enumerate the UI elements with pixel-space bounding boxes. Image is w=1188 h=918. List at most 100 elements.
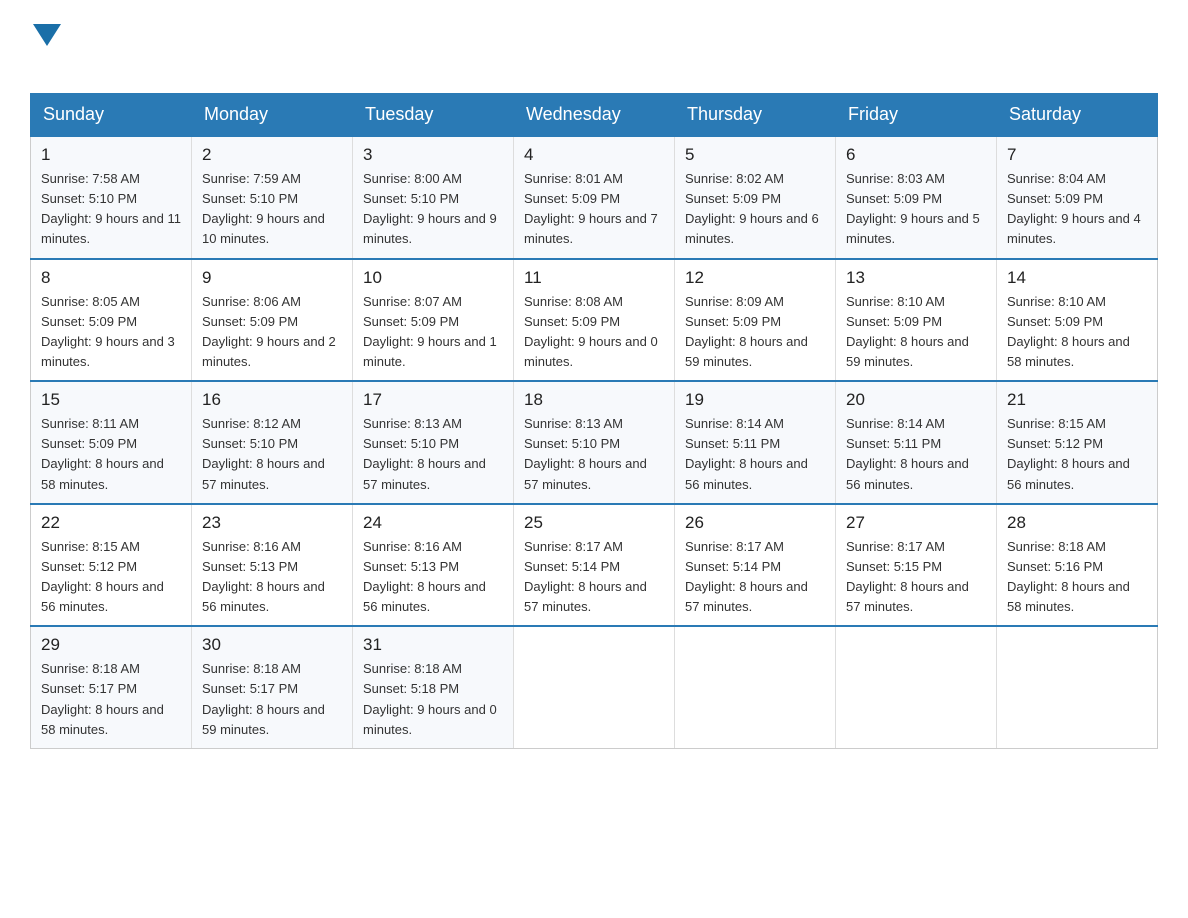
day-info: Sunrise: 8:17 AMSunset: 5:15 PMDaylight:… bbox=[846, 539, 969, 614]
day-cell-10: 10 Sunrise: 8:07 AMSunset: 5:09 PMDaylig… bbox=[353, 259, 514, 382]
empty-cell bbox=[836, 626, 997, 748]
day-info: Sunrise: 8:13 AMSunset: 5:10 PMDaylight:… bbox=[363, 416, 486, 491]
day-cell-6: 6 Sunrise: 8:03 AMSunset: 5:09 PMDayligh… bbox=[836, 136, 997, 259]
day-info: Sunrise: 8:09 AMSunset: 5:09 PMDaylight:… bbox=[685, 294, 808, 369]
calendar-table: SundayMondayTuesdayWednesdayThursdayFrid… bbox=[30, 93, 1158, 749]
day-info: Sunrise: 8:14 AMSunset: 5:11 PMDaylight:… bbox=[685, 416, 808, 491]
day-number: 20 bbox=[846, 390, 986, 410]
day-info: Sunrise: 8:18 AMSunset: 5:17 PMDaylight:… bbox=[41, 661, 164, 736]
day-cell-9: 9 Sunrise: 8:06 AMSunset: 5:09 PMDayligh… bbox=[192, 259, 353, 382]
day-number: 28 bbox=[1007, 513, 1147, 533]
day-info: Sunrise: 7:59 AMSunset: 5:10 PMDaylight:… bbox=[202, 171, 325, 246]
day-number: 8 bbox=[41, 268, 181, 288]
weekday-header-thursday: Thursday bbox=[675, 94, 836, 137]
day-cell-13: 13 Sunrise: 8:10 AMSunset: 5:09 PMDaylig… bbox=[836, 259, 997, 382]
day-info: Sunrise: 8:14 AMSunset: 5:11 PMDaylight:… bbox=[846, 416, 969, 491]
day-number: 2 bbox=[202, 145, 342, 165]
day-number: 17 bbox=[363, 390, 503, 410]
day-cell-21: 21 Sunrise: 8:15 AMSunset: 5:12 PMDaylig… bbox=[997, 381, 1158, 504]
week-row-3: 15 Sunrise: 8:11 AMSunset: 5:09 PMDaylig… bbox=[31, 381, 1158, 504]
day-number: 9 bbox=[202, 268, 342, 288]
day-info: Sunrise: 8:13 AMSunset: 5:10 PMDaylight:… bbox=[524, 416, 647, 491]
weekday-header-wednesday: Wednesday bbox=[514, 94, 675, 137]
day-number: 3 bbox=[363, 145, 503, 165]
day-number: 10 bbox=[363, 268, 503, 288]
day-number: 7 bbox=[1007, 145, 1147, 165]
day-number: 22 bbox=[41, 513, 181, 533]
day-info: Sunrise: 8:15 AMSunset: 5:12 PMDaylight:… bbox=[1007, 416, 1130, 491]
day-number: 12 bbox=[685, 268, 825, 288]
day-info: Sunrise: 8:18 AMSunset: 5:17 PMDaylight:… bbox=[202, 661, 325, 736]
week-row-2: 8 Sunrise: 8:05 AMSunset: 5:09 PMDayligh… bbox=[31, 259, 1158, 382]
day-info: Sunrise: 8:03 AMSunset: 5:09 PMDaylight:… bbox=[846, 171, 980, 246]
day-cell-19: 19 Sunrise: 8:14 AMSunset: 5:11 PMDaylig… bbox=[675, 381, 836, 504]
day-cell-28: 28 Sunrise: 8:18 AMSunset: 5:16 PMDaylig… bbox=[997, 504, 1158, 627]
day-info: Sunrise: 8:16 AMSunset: 5:13 PMDaylight:… bbox=[202, 539, 325, 614]
day-info: Sunrise: 8:16 AMSunset: 5:13 PMDaylight:… bbox=[363, 539, 486, 614]
day-cell-20: 20 Sunrise: 8:14 AMSunset: 5:11 PMDaylig… bbox=[836, 381, 997, 504]
weekday-header-friday: Friday bbox=[836, 94, 997, 137]
day-number: 19 bbox=[685, 390, 825, 410]
day-info: Sunrise: 7:58 AMSunset: 5:10 PMDaylight:… bbox=[41, 171, 181, 246]
day-cell-16: 16 Sunrise: 8:12 AMSunset: 5:10 PMDaylig… bbox=[192, 381, 353, 504]
day-number: 27 bbox=[846, 513, 986, 533]
weekday-header-sunday: Sunday bbox=[31, 94, 192, 137]
day-info: Sunrise: 8:15 AMSunset: 5:12 PMDaylight:… bbox=[41, 539, 164, 614]
day-cell-29: 29 Sunrise: 8:18 AMSunset: 5:17 PMDaylig… bbox=[31, 626, 192, 748]
day-info: Sunrise: 8:02 AMSunset: 5:09 PMDaylight:… bbox=[685, 171, 819, 246]
weekday-header-monday: Monday bbox=[192, 94, 353, 137]
day-number: 1 bbox=[41, 145, 181, 165]
day-number: 25 bbox=[524, 513, 664, 533]
day-cell-27: 27 Sunrise: 8:17 AMSunset: 5:15 PMDaylig… bbox=[836, 504, 997, 627]
day-number: 26 bbox=[685, 513, 825, 533]
day-cell-14: 14 Sunrise: 8:10 AMSunset: 5:09 PMDaylig… bbox=[997, 259, 1158, 382]
day-number: 6 bbox=[846, 145, 986, 165]
day-number: 5 bbox=[685, 145, 825, 165]
logo bbox=[30, 20, 64, 73]
day-number: 13 bbox=[846, 268, 986, 288]
day-cell-15: 15 Sunrise: 8:11 AMSunset: 5:09 PMDaylig… bbox=[31, 381, 192, 504]
day-number: 29 bbox=[41, 635, 181, 655]
day-number: 16 bbox=[202, 390, 342, 410]
empty-cell bbox=[675, 626, 836, 748]
day-cell-3: 3 Sunrise: 8:00 AMSunset: 5:10 PMDayligh… bbox=[353, 136, 514, 259]
day-cell-22: 22 Sunrise: 8:15 AMSunset: 5:12 PMDaylig… bbox=[31, 504, 192, 627]
day-cell-26: 26 Sunrise: 8:17 AMSunset: 5:14 PMDaylig… bbox=[675, 504, 836, 627]
week-row-4: 22 Sunrise: 8:15 AMSunset: 5:12 PMDaylig… bbox=[31, 504, 1158, 627]
week-row-1: 1 Sunrise: 7:58 AMSunset: 5:10 PMDayligh… bbox=[31, 136, 1158, 259]
empty-cell bbox=[514, 626, 675, 748]
day-cell-2: 2 Sunrise: 7:59 AMSunset: 5:10 PMDayligh… bbox=[192, 136, 353, 259]
weekday-header-tuesday: Tuesday bbox=[353, 94, 514, 137]
day-info: Sunrise: 8:04 AMSunset: 5:09 PMDaylight:… bbox=[1007, 171, 1141, 246]
day-cell-8: 8 Sunrise: 8:05 AMSunset: 5:09 PMDayligh… bbox=[31, 259, 192, 382]
day-info: Sunrise: 8:08 AMSunset: 5:09 PMDaylight:… bbox=[524, 294, 658, 369]
day-cell-18: 18 Sunrise: 8:13 AMSunset: 5:10 PMDaylig… bbox=[514, 381, 675, 504]
day-cell-30: 30 Sunrise: 8:18 AMSunset: 5:17 PMDaylig… bbox=[192, 626, 353, 748]
day-cell-25: 25 Sunrise: 8:17 AMSunset: 5:14 PMDaylig… bbox=[514, 504, 675, 627]
day-info: Sunrise: 8:18 AMSunset: 5:16 PMDaylight:… bbox=[1007, 539, 1130, 614]
day-number: 18 bbox=[524, 390, 664, 410]
day-info: Sunrise: 8:01 AMSunset: 5:09 PMDaylight:… bbox=[524, 171, 658, 246]
day-info: Sunrise: 8:10 AMSunset: 5:09 PMDaylight:… bbox=[846, 294, 969, 369]
day-cell-12: 12 Sunrise: 8:09 AMSunset: 5:09 PMDaylig… bbox=[675, 259, 836, 382]
day-cell-23: 23 Sunrise: 8:16 AMSunset: 5:13 PMDaylig… bbox=[192, 504, 353, 627]
day-info: Sunrise: 8:07 AMSunset: 5:09 PMDaylight:… bbox=[363, 294, 497, 369]
day-cell-24: 24 Sunrise: 8:16 AMSunset: 5:13 PMDaylig… bbox=[353, 504, 514, 627]
day-number: 24 bbox=[363, 513, 503, 533]
day-info: Sunrise: 8:12 AMSunset: 5:10 PMDaylight:… bbox=[202, 416, 325, 491]
day-info: Sunrise: 8:17 AMSunset: 5:14 PMDaylight:… bbox=[685, 539, 808, 614]
day-number: 11 bbox=[524, 268, 664, 288]
day-cell-5: 5 Sunrise: 8:02 AMSunset: 5:09 PMDayligh… bbox=[675, 136, 836, 259]
day-info: Sunrise: 8:00 AMSunset: 5:10 PMDaylight:… bbox=[363, 171, 497, 246]
day-number: 31 bbox=[363, 635, 503, 655]
day-info: Sunrise: 8:05 AMSunset: 5:09 PMDaylight:… bbox=[41, 294, 175, 369]
day-info: Sunrise: 8:10 AMSunset: 5:09 PMDaylight:… bbox=[1007, 294, 1130, 369]
day-info: Sunrise: 8:06 AMSunset: 5:09 PMDaylight:… bbox=[202, 294, 336, 369]
day-info: Sunrise: 8:11 AMSunset: 5:09 PMDaylight:… bbox=[41, 416, 164, 491]
day-cell-31: 31 Sunrise: 8:18 AMSunset: 5:18 PMDaylig… bbox=[353, 626, 514, 748]
week-row-5: 29 Sunrise: 8:18 AMSunset: 5:17 PMDaylig… bbox=[31, 626, 1158, 748]
weekday-header-saturday: Saturday bbox=[997, 94, 1158, 137]
day-number: 15 bbox=[41, 390, 181, 410]
empty-cell bbox=[997, 626, 1158, 748]
day-number: 4 bbox=[524, 145, 664, 165]
